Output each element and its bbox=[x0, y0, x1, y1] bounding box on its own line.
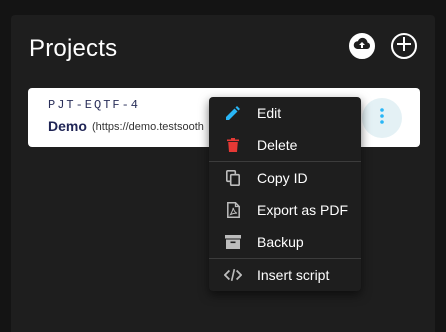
menu-item-delete[interactable]: Delete bbox=[209, 129, 361, 161]
menu-item-edit[interactable]: Edit bbox=[209, 97, 361, 129]
cloud-upload-icon bbox=[353, 37, 371, 56]
page-title: Projects bbox=[29, 35, 118, 62]
copy-icon bbox=[224, 169, 242, 187]
menu-item-insert-script[interactable]: Insert script bbox=[209, 259, 361, 291]
page: Projects PJT-EQTF-4 Demo (https://demo.t… bbox=[0, 0, 446, 332]
menu-item-export-pdf[interactable]: Export as PDF bbox=[209, 194, 361, 226]
menu-item-backup[interactable]: Backup bbox=[209, 226, 361, 258]
add-project-button[interactable] bbox=[391, 33, 417, 59]
project-menu-button[interactable] bbox=[362, 98, 402, 138]
project-name: Demo bbox=[48, 118, 87, 134]
pdf-icon bbox=[224, 201, 242, 219]
project-url: (https://demo.testsooth bbox=[92, 121, 204, 133]
menu-item-label: Insert script bbox=[257, 267, 330, 283]
menu-item-label: Backup bbox=[257, 234, 304, 250]
plus-icon bbox=[397, 36, 411, 56]
menu-item-label: Copy ID bbox=[257, 170, 308, 186]
more-vertical-icon bbox=[380, 107, 384, 129]
pencil-icon bbox=[224, 104, 242, 122]
code-icon bbox=[224, 266, 242, 284]
menu-item-label: Export as PDF bbox=[257, 202, 349, 218]
menu-item-label: Edit bbox=[257, 105, 282, 121]
archive-icon bbox=[224, 233, 242, 251]
trash-icon bbox=[224, 136, 242, 154]
menu-item-copy-id[interactable]: Copy ID bbox=[209, 162, 361, 194]
upload-button[interactable] bbox=[349, 33, 375, 59]
menu-item-label: Delete bbox=[257, 137, 298, 153]
project-id: PJT-EQTF-4 bbox=[48, 98, 141, 112]
project-context-menu: Edit Delete Copy ID Export as PDF Backup… bbox=[209, 97, 361, 291]
